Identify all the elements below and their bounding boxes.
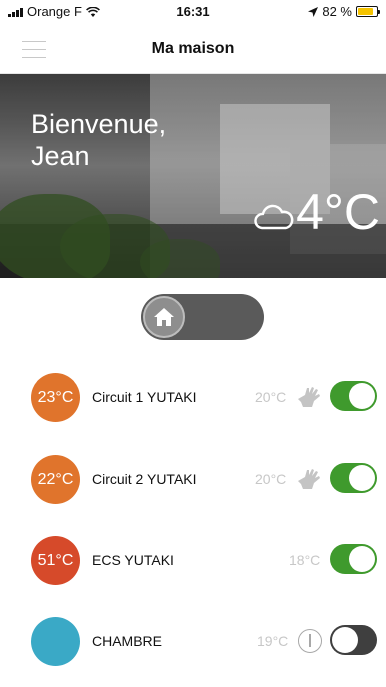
home-icon [154, 308, 174, 326]
power-icon [298, 629, 322, 653]
circuit-power-switch[interactable] [330, 381, 377, 411]
switch-knob [349, 546, 375, 572]
home-mode-toggle[interactable] [141, 294, 264, 340]
switch-knob [332, 627, 358, 653]
circuit-name: Circuit 1 YUTAKI [92, 389, 197, 405]
setpoint-temperature: 19°C [257, 633, 289, 649]
circuit-power-switch[interactable] [330, 625, 377, 655]
hand-icon [298, 469, 320, 489]
setpoint-temperature: 20°C [255, 389, 287, 405]
circuit-name: CHAMBRE [92, 633, 163, 649]
temperature-badge [31, 617, 80, 666]
battery-icon [356, 6, 380, 17]
banner-shade [0, 74, 386, 278]
circuit-power-switch[interactable] [330, 463, 377, 493]
temperature-badge: 51°C [31, 536, 80, 585]
temperature-badge: 23°C [31, 373, 80, 422]
nav-bar: Ma maison [0, 22, 386, 74]
cloud-icon [254, 204, 294, 230]
circuit-row-chambre[interactable]: CHAMBRE 19°C [0, 617, 386, 667]
circuit-row-circuit-2[interactable]: 22°C Circuit 2 YUTAKI 20°C [0, 455, 386, 505]
circuit-power-switch[interactable] [330, 544, 377, 574]
welcome-banner: Bienvenue, Jean 4°C [0, 74, 386, 278]
home-mode-knob[interactable] [143, 296, 185, 338]
circuit-name: ECS YUTAKI [92, 552, 174, 568]
circuit-row-circuit-1[interactable]: 23°C Circuit 1 YUTAKI 20°C [0, 373, 386, 423]
welcome-text: Bienvenue, Jean [31, 108, 166, 172]
status-right: 82 % [308, 4, 380, 19]
temperature-badge: 22°C [31, 455, 80, 504]
setpoint-temperature: 20°C [255, 471, 287, 487]
setpoint-temperature: 18°C [289, 552, 321, 568]
status-bar: Orange F 16:31 82 % [0, 0, 386, 22]
battery-fill [358, 8, 373, 15]
welcome-greeting: Bienvenue, [31, 109, 167, 139]
outdoor-temperature: 4°C [296, 184, 380, 240]
welcome-user-name: Jean [31, 141, 90, 171]
hand-icon [298, 387, 320, 407]
battery-percent: 82 % [322, 4, 352, 19]
switch-knob [349, 465, 375, 491]
circuit-row-ecs[interactable]: 51°C ECS YUTAKI 18°C [0, 536, 386, 586]
circuit-name: Circuit 2 YUTAKI [92, 471, 197, 487]
weather-widget: 4°C [254, 184, 380, 240]
location-arrow-icon [308, 6, 319, 17]
page-title: Ma maison [151, 40, 235, 57]
switch-knob [349, 383, 375, 409]
